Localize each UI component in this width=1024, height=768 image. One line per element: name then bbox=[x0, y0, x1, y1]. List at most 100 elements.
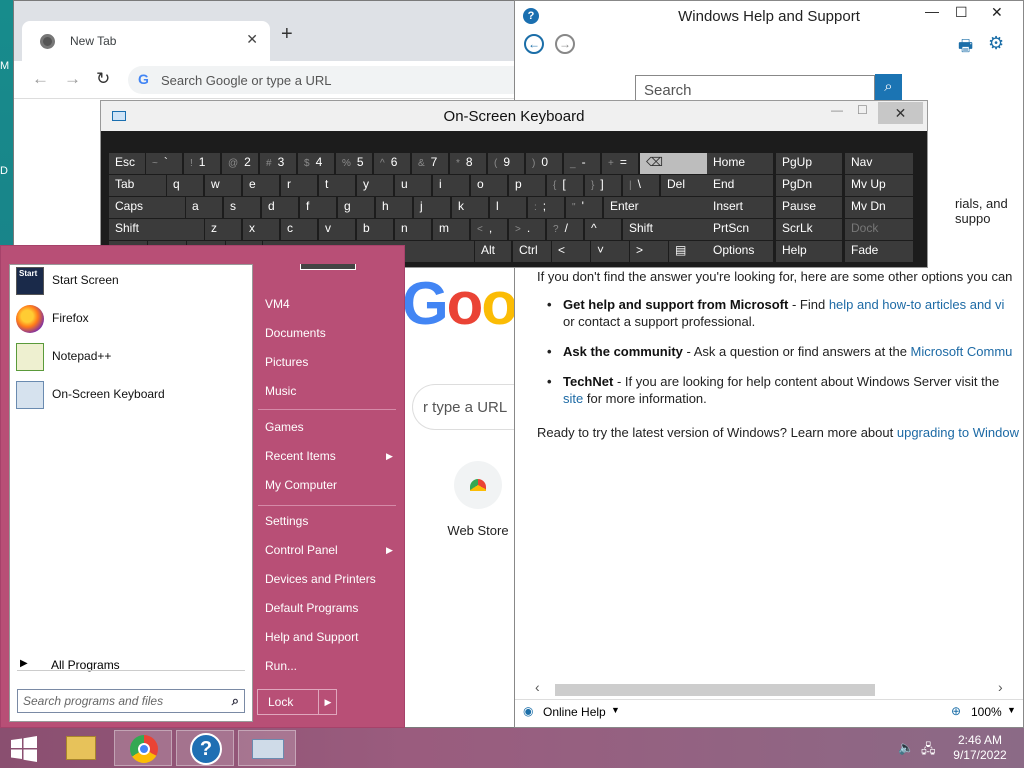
osk-key[interactable]: p bbox=[509, 175, 545, 196]
osk-nav-key[interactable]: Home bbox=[707, 153, 773, 174]
taskbar-osk[interactable] bbox=[238, 730, 296, 766]
back-icon[interactable]: ← bbox=[524, 34, 544, 54]
start-program-item[interactable]: Firefox bbox=[14, 303, 250, 335]
taskbar-help[interactable]: ? bbox=[176, 730, 234, 766]
start-place-item[interactable]: Recent Items bbox=[265, 449, 336, 463]
osk-key[interactable]: y bbox=[357, 175, 393, 196]
osk-key[interactable]: ~ ` bbox=[146, 153, 182, 174]
osk-key[interactable]: x bbox=[243, 219, 279, 240]
clock[interactable]: 2:46 AM 9/17/2022 bbox=[945, 733, 1015, 763]
technet-link[interactable]: site bbox=[563, 391, 583, 406]
osk-nav-key[interactable]: PrtScn bbox=[707, 219, 773, 240]
osk-key[interactable]: }] bbox=[585, 175, 621, 196]
osk-nav-key[interactable]: Pause bbox=[776, 197, 842, 218]
minimize-icon[interactable]: — bbox=[925, 3, 939, 19]
osk-key[interactable]: i bbox=[433, 175, 469, 196]
start-place-item[interactable]: Help and Support bbox=[265, 630, 358, 644]
osk-key[interactable]: Del bbox=[661, 175, 710, 196]
osk-key[interactable]: @2 bbox=[222, 153, 258, 174]
network-icon[interactable]: 🖧 bbox=[921, 740, 936, 762]
osk-key[interactable]: t bbox=[319, 175, 355, 196]
osk-key[interactable]: $4 bbox=[298, 153, 334, 174]
osk-key[interactable]: :; bbox=[528, 197, 564, 218]
osk-nav-key[interactable]: Fade bbox=[845, 241, 913, 262]
osk-key[interactable]: q bbox=[167, 175, 203, 196]
reload-icon[interactable]: ↻ bbox=[96, 69, 110, 89]
minimize-icon[interactable]: — bbox=[831, 103, 843, 117]
print-icon[interactable]: 🖶 bbox=[958, 35, 973, 62]
start-place-item[interactable]: Documents bbox=[265, 326, 326, 340]
upgrade-link[interactable]: upgrading to Window bbox=[897, 425, 1019, 440]
shortcut-web-store[interactable]: Web Store bbox=[438, 461, 518, 538]
osk-key[interactable]: Ctrl bbox=[513, 241, 551, 262]
osk-key[interactable]: v bbox=[319, 219, 355, 240]
osk-nav-key[interactable]: Insert bbox=[707, 197, 773, 218]
osk-key[interactable]: <, bbox=[471, 219, 507, 240]
chevron-right-icon[interactable]: ▶ bbox=[318, 690, 337, 714]
start-place-item[interactable]: My Computer bbox=[265, 478, 337, 492]
search-icon[interactable]: ⌕ bbox=[232, 693, 239, 709]
osk-key[interactable]: d bbox=[262, 197, 298, 218]
osk-key[interactable]: Esc bbox=[109, 153, 145, 174]
horizontal-scrollbar[interactable]: ‹ › bbox=[525, 679, 1015, 698]
osk-key[interactable]: Tab bbox=[109, 175, 166, 196]
osk-key[interactable]: h bbox=[376, 197, 412, 218]
osk-key[interactable]: k bbox=[452, 197, 488, 218]
osk-key[interactable]: m bbox=[433, 219, 469, 240]
desktop-icon-label[interactable]: M bbox=[0, 60, 9, 72]
osk-nav-key[interactable]: PgUp bbox=[776, 153, 842, 174]
osk-nav-key[interactable]: Options bbox=[707, 241, 773, 262]
osk-key[interactable]: {[ bbox=[547, 175, 583, 196]
close-icon[interactable]: ✕ bbox=[878, 102, 923, 124]
osk-key[interactable]: _ - bbox=[564, 153, 600, 174]
osk-nav-key[interactable]: Mv Up bbox=[845, 175, 913, 196]
scroll-right-icon[interactable]: › bbox=[998, 679, 1003, 695]
address-bar[interactable]: G Search Google or type a URL bbox=[128, 66, 528, 94]
maximize-icon[interactable]: ☐ bbox=[857, 103, 868, 117]
osk-key[interactable]: * 8 bbox=[450, 153, 486, 174]
osk-key[interactable]: >. bbox=[509, 219, 545, 240]
osk-key[interactable]: ? / bbox=[547, 219, 583, 240]
osk-key[interactable]: | \ bbox=[623, 175, 659, 196]
osk-key[interactable]: o bbox=[471, 175, 507, 196]
osk-nav-key[interactable]: ScrLk bbox=[776, 219, 842, 240]
osk-key[interactable]: a bbox=[186, 197, 222, 218]
start-place-item[interactable]: Settings bbox=[265, 514, 308, 528]
osk-key[interactable]: ) 0 bbox=[526, 153, 562, 174]
osk-key[interactable]: " ' bbox=[566, 197, 602, 218]
start-place-item[interactable]: Devices and Printers bbox=[265, 572, 376, 586]
osk-key[interactable]: + = bbox=[602, 153, 638, 174]
start-program-item[interactable]: Start Start Screen bbox=[14, 265, 250, 297]
scrollbar-thumb[interactable] bbox=[555, 684, 875, 696]
taskbar-chrome[interactable] bbox=[114, 730, 172, 766]
osk-key[interactable]: s bbox=[224, 197, 260, 218]
osk-nav-key[interactable]: Mv Dn bbox=[845, 197, 913, 218]
help-search-input[interactable]: Search bbox=[635, 75, 875, 103]
osk-key[interactable]: ^ 6 bbox=[374, 153, 410, 174]
osk-nav-key[interactable]: Dock bbox=[845, 219, 913, 240]
start-program-item[interactable]: Notepad++ bbox=[14, 341, 250, 373]
osk-key[interactable]: r bbox=[281, 175, 317, 196]
start-place-item[interactable]: Games bbox=[265, 420, 304, 434]
tab-new-tab[interactable]: New Tab ✕ bbox=[22, 21, 270, 61]
osk-nav-key[interactable]: Nav bbox=[845, 153, 913, 174]
osk-key[interactable]: (9 bbox=[488, 153, 524, 174]
chevron-down-icon[interactable]: ▼ bbox=[611, 705, 620, 715]
forward-icon[interactable]: → bbox=[555, 34, 575, 54]
osk-key[interactable]: n bbox=[395, 219, 431, 240]
start-place-item[interactable]: Control Panel bbox=[265, 543, 338, 557]
osk-key[interactable]: Shift bbox=[109, 219, 204, 240]
osk-key[interactable]: Shift bbox=[623, 219, 710, 240]
osk-nav-key[interactable]: Help bbox=[776, 241, 842, 262]
osk-key[interactable]: & 7 bbox=[412, 153, 448, 174]
close-tab-icon[interactable]: ✕ bbox=[246, 31, 258, 48]
osk-key[interactable]: c bbox=[281, 219, 317, 240]
osk-key[interactable]: ˅ bbox=[591, 241, 629, 262]
osk-key[interactable]: Enter bbox=[604, 197, 710, 218]
back-arrow-icon[interactable]: ← bbox=[32, 69, 49, 89]
osk-key[interactable]: z bbox=[205, 219, 241, 240]
osk-key[interactable]: ▤ bbox=[669, 241, 710, 262]
osk-key[interactable]: ⌫ bbox=[640, 153, 710, 174]
help-link[interactable]: help and how-to articles and vi bbox=[829, 297, 1005, 312]
start-program-item[interactable]: On-Screen Keyboard bbox=[14, 379, 250, 411]
